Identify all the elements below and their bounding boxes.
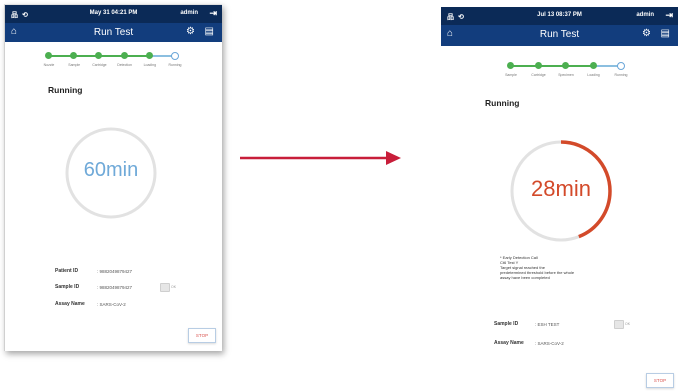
logout-icon[interactable]: ⇥: [665, 10, 673, 21]
logout-icon[interactable]: ⇥: [209, 8, 217, 19]
sample-id-label: Sample ID: [494, 321, 519, 327]
stop-button[interactable]: STOP: [646, 373, 674, 388]
stop-button[interactable]: STOP: [188, 328, 216, 343]
remaining-minutes: 60min: [83, 159, 139, 181]
status-bar: 品 ⟲ Jul 13 08:37 PM admin ⇥: [441, 7, 678, 25]
section-heading: Running: [48, 85, 83, 95]
sample-id-toggle[interactable]: [160, 283, 170, 292]
step-dot: [145, 52, 153, 59]
sample-id-label: Sample ID: [55, 284, 80, 290]
toggle-label: OK: [625, 322, 631, 326]
progress-steps: Sample Cartridge Specimen Loading Running: [441, 60, 678, 90]
step-dot: [120, 52, 128, 59]
step-dot: [70, 52, 78, 59]
timer-ring: 28min: [508, 138, 614, 244]
step-dot: [45, 52, 52, 59]
user-name: admin: [180, 10, 198, 16]
step-label: Cartridge: [531, 73, 546, 77]
step-dot: [171, 52, 179, 60]
step-dot: [534, 62, 542, 69]
gear-icon[interactable]: ⚙: [642, 28, 651, 39]
left-screen: 品 ⟲ May 31 04:21 PM admin ⇥ ⌂ Run Test ⚙…: [4, 4, 222, 351]
step-dot: [95, 52, 103, 59]
step-label: Sample: [505, 73, 517, 77]
sample-id-value: : 9882049879427: [97, 285, 133, 290]
step-dot: [617, 62, 625, 70]
section-heading: Running: [485, 98, 520, 108]
step-dot: [507, 62, 514, 69]
step-label: Loading: [587, 73, 600, 77]
patient-id-value: : 9882049879427: [97, 269, 133, 274]
step-connector: [511, 65, 594, 67]
gear-icon[interactable]: ⚙: [186, 26, 195, 37]
status-bar: 品 ⟲ May 31 04:21 PM admin ⇥: [5, 5, 222, 23]
early-detection-note: * Early Detection Call Ct6 Test Y Target…: [500, 255, 630, 280]
clipboard-icon[interactable]: ▤: [661, 28, 670, 39]
sample-id-value: : ESH TEST: [535, 322, 560, 327]
assay-name-label: Assay Name: [55, 301, 85, 307]
right-screen: 品 ⟲ Jul 13 08:37 PM admin ⇥ ⌂ Run Test ⚙…: [441, 0, 678, 391]
transition-arrow: [240, 151, 401, 165]
step-dot: [589, 62, 597, 69]
assay-name-value: : SARS-CoV-2: [535, 341, 564, 346]
clipboard-icon[interactable]: ▤: [205, 26, 214, 37]
assay-name-value: : SARS-CoV-2: [97, 302, 126, 307]
toggle-label: OK: [171, 285, 177, 289]
step-dot: [562, 62, 569, 69]
sample-id-toggle[interactable]: [614, 320, 624, 329]
title-bar: ⌂ Run Test ⚙ ▤: [5, 23, 222, 42]
assay-name-label: Assay Name: [494, 340, 524, 346]
progress-steps: Nozzle Sample Cartridge Detection Loading Run…: [5, 50, 222, 80]
step-label: Running: [614, 73, 628, 77]
remaining-minutes: 28min: [531, 176, 591, 201]
note-line: assay have been completed: [500, 275, 550, 280]
timer-ring: 60min: [63, 125, 159, 221]
patient-id-label: Patient ID: [55, 268, 79, 274]
title-bar: ⌂ Run Test ⚙ ▤: [441, 25, 678, 46]
step-label: Specimen: [558, 73, 574, 77]
step-label: Running: [168, 63, 182, 67]
user-name: admin: [636, 12, 654, 18]
